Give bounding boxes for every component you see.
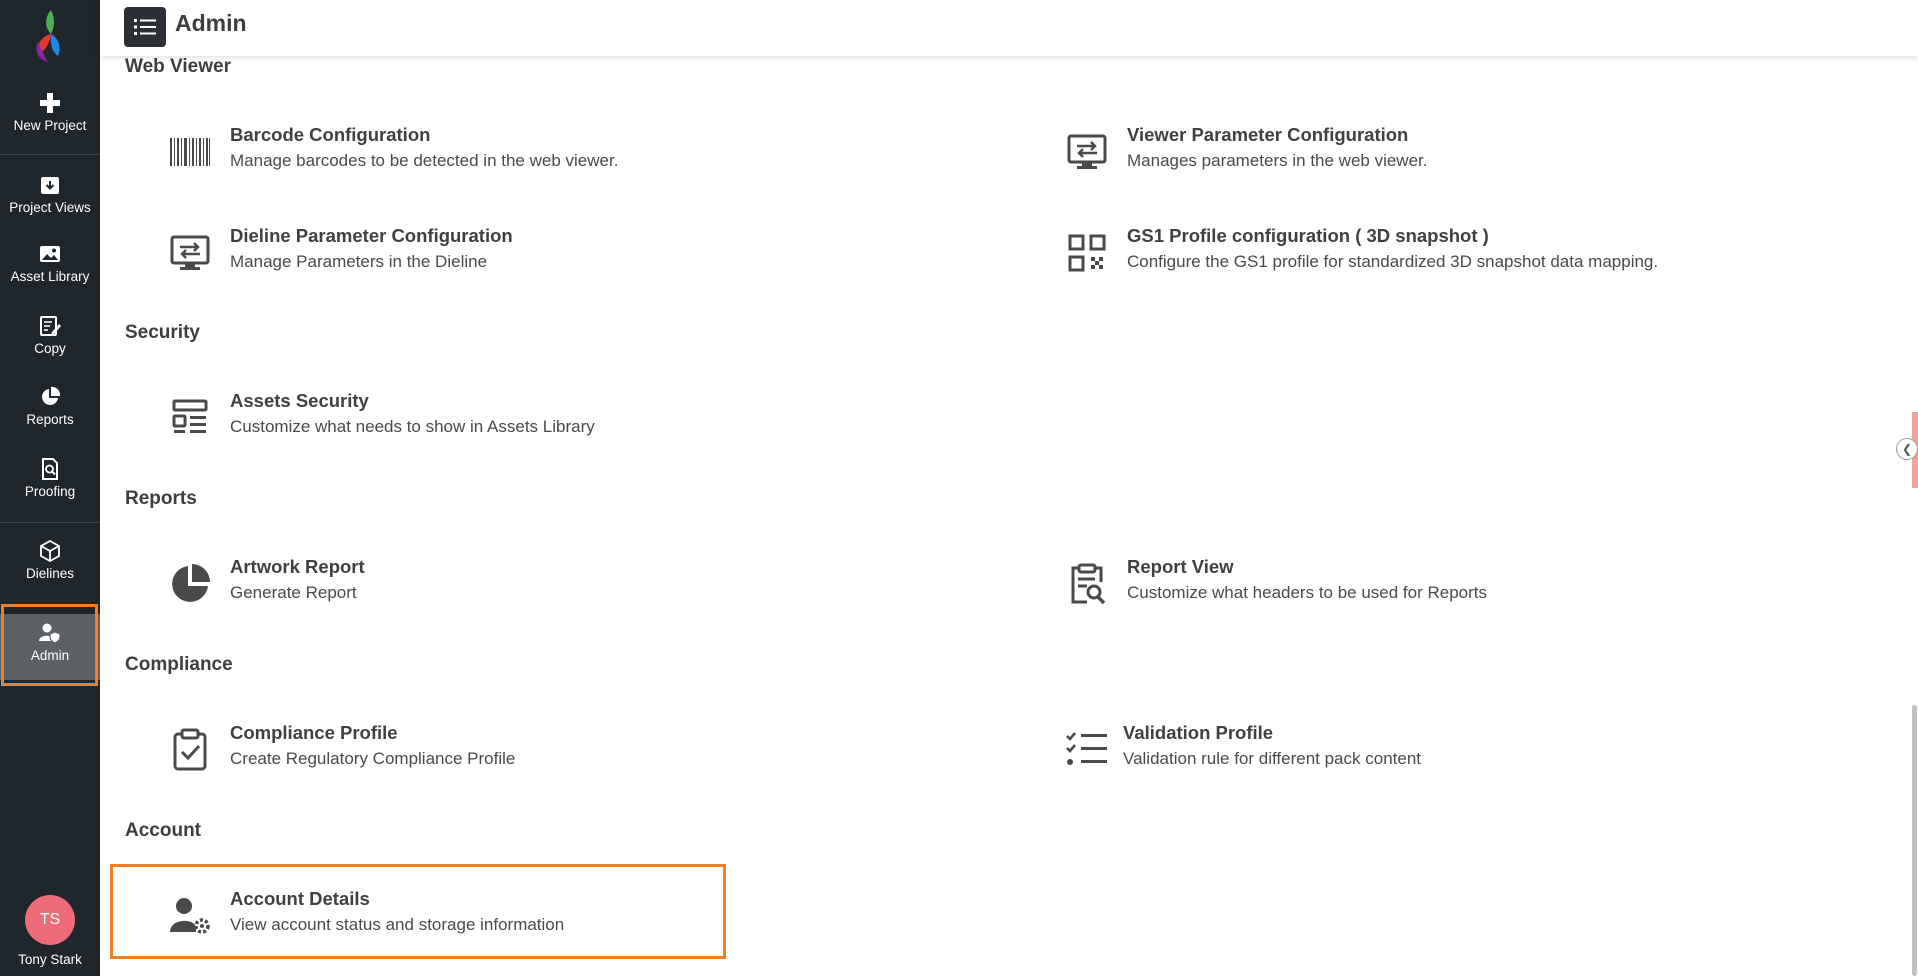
sidebar-item-copy[interactable]: Copy — [0, 315, 100, 356]
app-logo[interactable] — [24, 6, 76, 66]
card-title: Barcode Configuration — [230, 124, 431, 145]
cube-icon — [40, 540, 60, 562]
sidebar-item-label: Asset Library — [10, 269, 90, 284]
card-description: Create Regulatory Compliance Profile — [230, 749, 516, 768]
card-description: Manages parameters in the web viewer. — [1127, 151, 1428, 170]
sidebar-item-proofing[interactable]: Proofing — [0, 458, 100, 499]
clipboard-search-icon — [1071, 563, 1106, 605]
edit-document-icon — [40, 316, 61, 336]
section-title-account: Account — [125, 820, 201, 841]
card-validation-profile[interactable]: Validation Profile Validation rule for d… — [1065, 722, 1825, 778]
card-title: Assets Security — [230, 390, 369, 411]
sidebar-item-project-views[interactable]: Project Views — [0, 174, 100, 215]
sidebar-item-reports[interactable]: Reports — [0, 386, 100, 427]
card-viewer-parameter-configuration[interactable]: Viewer Parameter Configuration Manages p… — [1065, 124, 1825, 180]
image-icon — [40, 246, 60, 262]
card-account-details[interactable]: Account Details View account status and … — [168, 888, 708, 944]
sidebar-item-label: Dielines — [25, 566, 75, 581]
sidebar-item-dielines[interactable]: Dielines — [0, 540, 100, 581]
monitor-settings-icon — [1067, 134, 1107, 169]
section-title-reports: Reports — [125, 488, 197, 509]
card-assets-security[interactable]: Assets Security Customize what needs to … — [168, 390, 868, 446]
scrollbar[interactable] — [1910, 0, 1918, 976]
pie-chart-icon — [42, 386, 61, 405]
card-compliance-profile[interactable]: Compliance Profile Create Regulatory Com… — [168, 722, 868, 778]
sidebar-divider — [0, 522, 100, 523]
card-description: Generate Report — [230, 583, 357, 602]
menu-toggle-button[interactable] — [124, 7, 166, 47]
user-name: Tony Stark — [18, 952, 82, 967]
card-title: Compliance Profile — [230, 722, 398, 743]
plus-icon — [40, 93, 60, 113]
section-title-web-viewer: Web Viewer — [125, 56, 231, 77]
checklist-icon — [1066, 732, 1107, 765]
download-box-icon — [41, 177, 59, 194]
sidebar-item-label: Admin — [30, 648, 70, 663]
user-shield-icon — [39, 623, 61, 644]
card-description: Manage Parameters in the Dieline — [230, 252, 488, 271]
sidebar-item-label: Project Views — [9, 200, 91, 215]
card-gs1-profile-configuration[interactable]: GS1 Profile configuration ( 3D snapshot … — [1065, 225, 1825, 281]
sidebar: New Project Project Views Asset Library … — [0, 0, 100, 976]
card-description: Validation rule for different pack conte… — [1123, 749, 1421, 768]
card-dieline-parameter-configuration[interactable]: Dieline Parameter Configuration Manage P… — [168, 225, 868, 281]
card-description: Customize what needs to show in Assets L… — [230, 417, 595, 436]
scrollbar-thumb[interactable] — [1912, 705, 1917, 976]
card-description: Configure the GS1 profile for standardiz… — [1127, 252, 1659, 271]
card-title: Account Details — [230, 888, 370, 909]
barcode-icon — [170, 138, 210, 166]
card-title: Viewer Parameter Configuration — [1127, 124, 1409, 145]
avatar-initials: TS — [39, 911, 61, 928]
sidebar-item-label: Proofing — [24, 484, 76, 499]
section-title-security: Security — [125, 322, 200, 343]
sidebar-item-admin[interactable]: Admin — [0, 614, 100, 680]
avatar[interactable]: TS — [25, 895, 75, 945]
sidebar-item-new-project[interactable]: New Project — [0, 92, 100, 133]
header: Admin — [100, 0, 1918, 56]
card-artwork-report[interactable]: Artwork Report Generate Report — [168, 556, 868, 612]
card-title: Report View — [1127, 556, 1234, 577]
user-gear-icon — [170, 898, 210, 934]
card-title: GS1 Profile configuration ( 3D snapshot … — [1127, 225, 1489, 246]
clipboard-check-icon — [173, 728, 207, 771]
card-title: Artwork Report — [230, 556, 365, 577]
list-icon — [134, 19, 156, 35]
section-title-compliance: Compliance — [125, 654, 233, 675]
card-report-view[interactable]: Report View Customize what headers to be… — [1065, 556, 1825, 612]
page-title: Admin — [175, 10, 247, 36]
card-description: Manage barcodes to be detected in the we… — [230, 151, 619, 170]
card-title: Validation Profile — [1123, 722, 1274, 743]
layout-list-icon — [172, 399, 208, 433]
sidebar-item-label: New Project — [13, 118, 87, 133]
sidebar-item-label: Copy — [34, 341, 66, 356]
pie-chart-icon — [172, 564, 210, 602]
monitor-settings-icon — [170, 235, 210, 270]
sidebar-divider — [0, 154, 100, 155]
sidebar-item-asset-library[interactable]: Asset Library — [0, 243, 100, 284]
card-title: Dieline Parameter Configuration — [230, 225, 513, 246]
card-barcode-configuration[interactable]: Barcode Configuration Manage barcodes to… — [168, 124, 868, 180]
card-description: Customize what headers to be used for Re… — [1127, 583, 1488, 602]
search-document-icon — [42, 458, 58, 480]
card-description: View account status and storage informat… — [230, 915, 565, 934]
sidebar-item-label: Reports — [26, 412, 74, 427]
qr-code-icon — [1068, 234, 1106, 272]
